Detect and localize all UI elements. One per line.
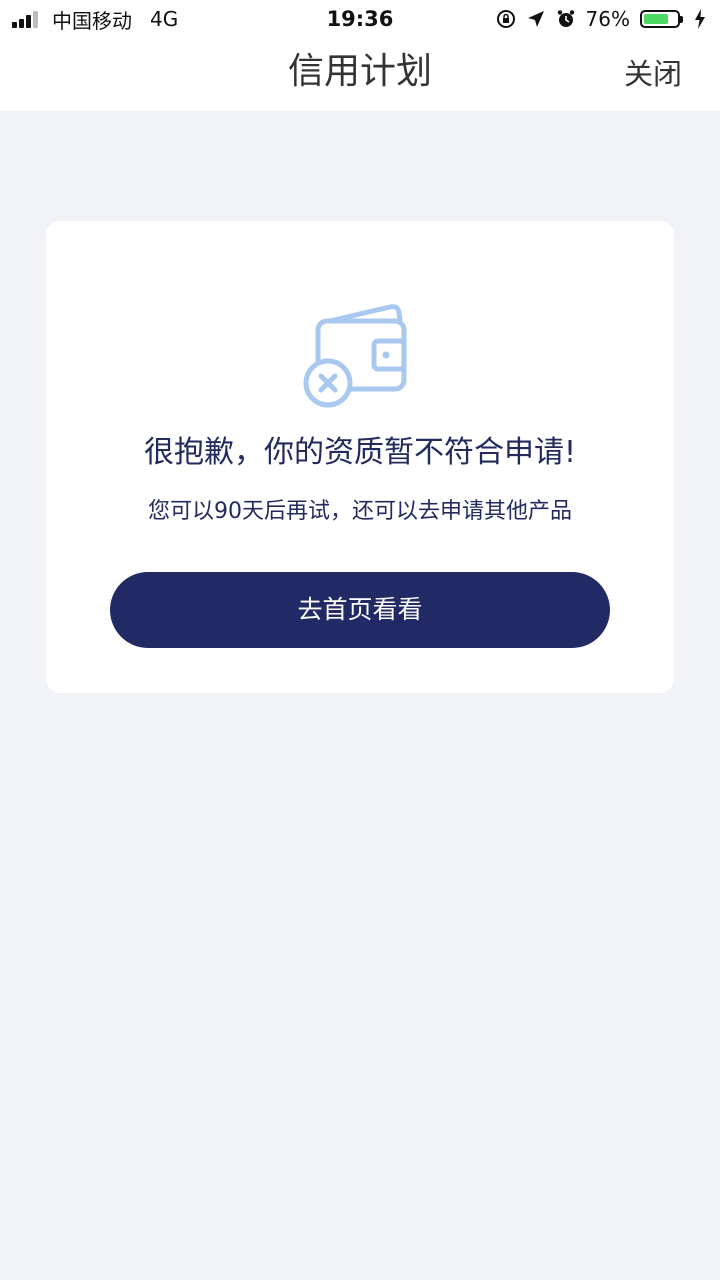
go-home-button[interactable]: 去首页看看 [110,572,610,648]
battery-percent: 76% [585,7,630,31]
battery-icon [640,10,683,28]
result-subtitle: 您可以90天后再试，还可以去申请其他产品 [148,499,572,524]
battery-fill [644,14,668,24]
charging-bolt-icon [690,9,710,29]
location-arrow-icon [526,9,546,29]
close-button[interactable]: 关闭 [624,56,682,92]
rotation-lock-icon [496,9,516,29]
result-title: 很抱歉，你的资质暂不符合申请! [143,435,577,470]
status-bar: 中国移动 4G 19:36 76% [0,0,720,36]
page-title: 信用计划 [287,51,432,92]
result-card: 很抱歉，你的资质暂不符合申请! 您可以90天后再试，还可以去申请其他产品 去首页… [46,221,674,693]
status-right: 76% [496,4,710,34]
top-bar: 中国移动 4G 19:36 76% 信用计划 关闭 [0,0,720,111]
navigation-bar: 信用计划 关闭 [0,36,720,111]
alarm-clock-icon [556,9,576,29]
wallet-rejected-icon [302,299,418,411]
